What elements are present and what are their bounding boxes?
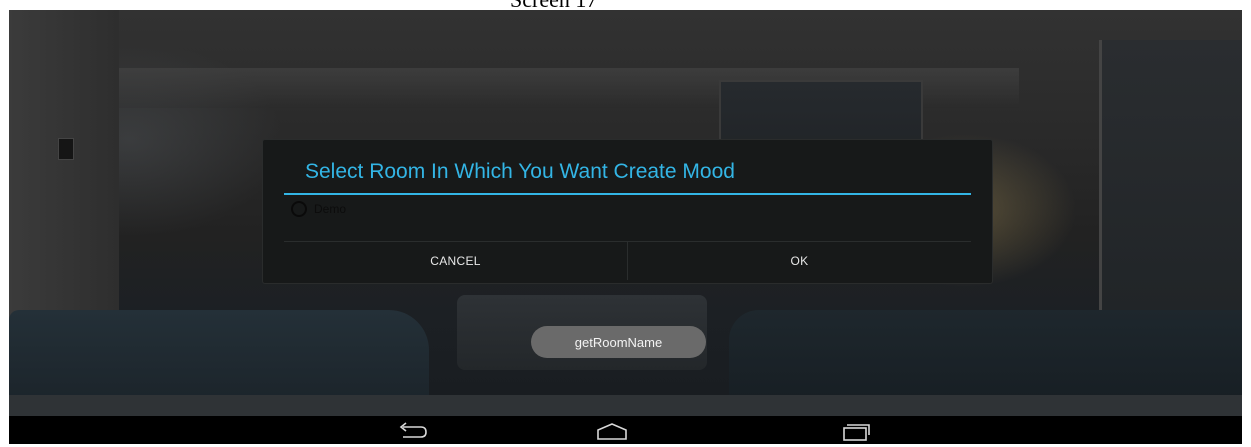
recent-apps-button[interactable]: [835, 420, 875, 442]
background-floor: [9, 395, 1242, 416]
dialog-button-bar: CANCEL OK: [284, 241, 971, 280]
select-room-dialog: Select Room In Which You Want Create Moo…: [263, 140, 992, 283]
page-caption: Screen 17: [0, 0, 1251, 10]
home-icon: [597, 423, 627, 440]
background-light-switch: [58, 138, 74, 160]
dialog-title-divider: [284, 193, 971, 195]
dialog-title: Select Room In Which You Want Create Moo…: [305, 160, 735, 183]
room-option-label: Demo: [314, 202, 347, 216]
recent-apps-icon: [843, 424, 870, 441]
back-button[interactable]: [393, 420, 433, 442]
back-icon: [399, 422, 427, 438]
ok-button[interactable]: OK: [627, 242, 971, 280]
radio-button-icon[interactable]: [291, 201, 307, 217]
caption-text: Screen 17: [510, 0, 597, 10]
home-button[interactable]: [592, 420, 632, 442]
system-navigation-bar: [9, 416, 1242, 444]
room-option-demo[interactable]: Demo: [291, 198, 346, 220]
cancel-button[interactable]: CANCEL: [284, 242, 627, 280]
toast-message: getRoomName: [531, 326, 706, 358]
